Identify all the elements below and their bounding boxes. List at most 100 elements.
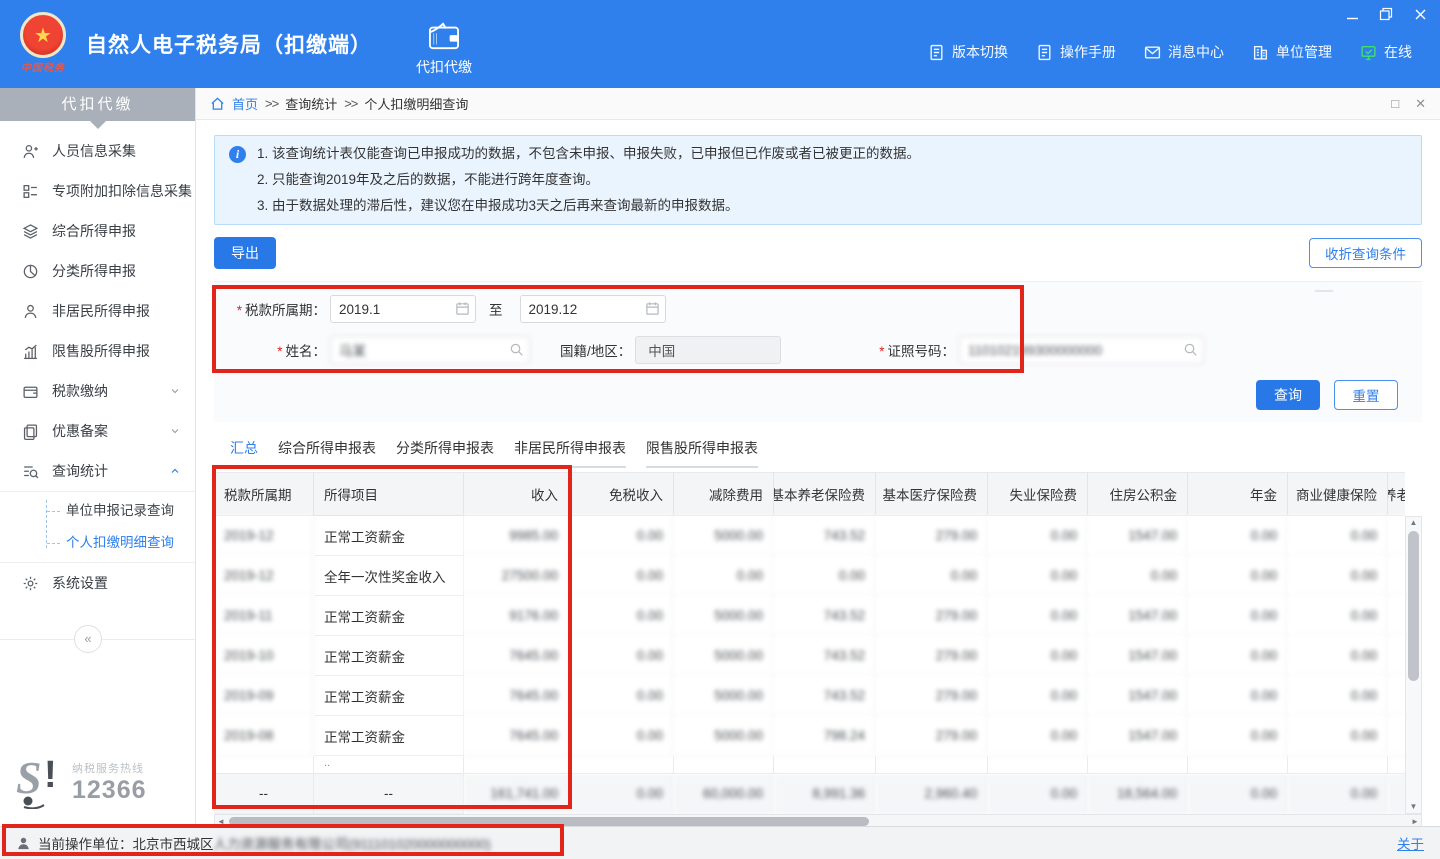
table-header-row: 税款所属期所得项目收入免税收入减除费用基本养老保险费基本医疗保险费失业保险费住房… xyxy=(214,472,1405,516)
collapse-query-button[interactable]: 收折查询条件 xyxy=(1309,238,1422,268)
sidebar: 代扣代缴 人员信息采集专项附加扣除信息采集综合所得申报分类所得申报非居民所得申报… xyxy=(0,88,196,826)
table-cell: 0.00 xyxy=(1288,716,1388,756)
about-link[interactable]: 关于 xyxy=(1397,833,1424,853)
chevron-down-icon[interactable] xyxy=(169,385,181,397)
nationality-input xyxy=(635,336,781,364)
chevron-up-icon[interactable] xyxy=(169,465,181,477)
table-cell: 2019-09 xyxy=(214,676,314,716)
close-icon[interactable] xyxy=(1412,7,1428,21)
horizontal-scrollbar[interactable]: ◄ ► xyxy=(214,814,1422,826)
tab-classified[interactable]: 分类所得申报表 xyxy=(396,438,494,468)
breadcrumb-item-query-statistics[interactable]: 查询统计 xyxy=(285,94,337,113)
table-cell: 7645.00 xyxy=(464,716,569,756)
toolbar: 导出 收折查询条件 xyxy=(214,237,1422,269)
query-button[interactable]: 查询 xyxy=(1256,380,1320,410)
restore-icon[interactable] xyxy=(1378,7,1394,21)
table-row[interactable]: 2019-12正常工资薪金9985.000.005000.00743.52279… xyxy=(214,516,1405,556)
table-cell: 0.00 xyxy=(1188,556,1288,596)
sidebar-item-classified-income-declaration[interactable]: 分类所得申报 xyxy=(0,251,195,291)
message-center-label: 消息中心 xyxy=(1168,42,1224,62)
table-cell: 0.00 xyxy=(774,556,876,596)
app-window: ★ 中国税务 自然人电子税务局（扣缴端） 代扣代缴 版本切换操作手册消息中心单位… xyxy=(0,0,1440,859)
table-cell: 8,991.36 xyxy=(774,774,876,814)
table-row[interactable]: 2019-11正常工资薪金9176.000.005000.00743.52279… xyxy=(214,596,1405,636)
vertical-scrollbar[interactable]: ▲ ▼ xyxy=(1405,516,1422,814)
table-cell: 0.00 xyxy=(1388,556,1405,596)
table-cell: 0.00 xyxy=(569,636,674,676)
top-nav-manual[interactable]: 操作手册 xyxy=(1036,42,1116,62)
table-row[interactable]: 2019-12全年一次性奖金收入27500.000.000.000.000.00… xyxy=(214,556,1405,596)
table-row[interactable]: 2019-09正常工资薪金7645.000.005000.00743.52279… xyxy=(214,676,1405,716)
sidebar-item-label: 限售股所得申报 xyxy=(52,341,150,361)
table-row[interactable]: 2019-08正常工资薪金7645.000.005000.00798.24279… xyxy=(214,716,1405,756)
vertical-scroll-thumb[interactable] xyxy=(1408,531,1419,681)
sidebar-item-label: 人员信息采集 xyxy=(52,141,136,161)
sidebar-item-preferential-filing[interactable]: 优惠备案 xyxy=(0,411,195,451)
scroll-down-icon[interactable]: ▼ xyxy=(1410,801,1418,813)
panel-maximize-icon[interactable]: □ xyxy=(1391,96,1399,112)
module-tab-withholding[interactable]: 代扣代缴 xyxy=(416,11,472,77)
sidebar-item-label: 综合所得申报 xyxy=(52,221,136,241)
documents-icon xyxy=(22,423,39,440)
sidebar-item-label: 税款缴纳 xyxy=(52,381,108,401)
table-cell: 5000.00 xyxy=(674,516,774,556)
top-nav-version-switch[interactable]: 版本切换 xyxy=(928,42,1008,62)
sidebar-item-special-deduction-collection[interactable]: 专项附加扣除信息采集 xyxy=(0,171,195,211)
table-cell: 1547.00 xyxy=(1088,596,1188,636)
sidebar-header: 代扣代缴 xyxy=(0,88,195,121)
minimize-icon[interactable] xyxy=(1344,7,1360,21)
tax-bureau-logo: ★ 中国税务 xyxy=(16,12,70,82)
home-icon[interactable] xyxy=(210,96,225,111)
table-cell: 0.00 xyxy=(988,596,1088,636)
sidebar-item-nonresident-income-declaration[interactable]: 非居民所得申报 xyxy=(0,291,195,331)
search-list-icon xyxy=(22,463,39,480)
scroll-right-icon[interactable]: ► xyxy=(1409,817,1421,826)
sidebar-item-restricted-stock-declaration[interactable]: 限售股所得申报 xyxy=(0,331,195,371)
page-content: i 1. 该查询统计表仅能查询已申报成功的数据，不包含未申报、申报失败，已申报但… xyxy=(196,120,1440,826)
top-nav-online-status[interactable]: 在线 xyxy=(1360,42,1412,62)
table-cell: 2019-12 xyxy=(214,516,314,556)
table-cell: 0.00 xyxy=(876,556,988,596)
hotline-number: 12366 xyxy=(72,776,147,805)
table-cell xyxy=(774,756,876,774)
tab-comprehensive[interactable]: 综合所得申报表 xyxy=(278,438,376,468)
search-icon[interactable] xyxy=(509,342,524,357)
table-cell: 2019-11 xyxy=(214,596,314,636)
sidebar-item-tax-payment[interactable]: 税款缴纳 xyxy=(0,371,195,411)
scroll-left-icon[interactable]: ◄ xyxy=(215,817,227,826)
sidebar-item-comprehensive-income-declaration[interactable]: 综合所得申报 xyxy=(0,211,195,251)
table-row[interactable]: 2019-10正常工资薪金7645.000.005000.00743.52279… xyxy=(214,636,1405,676)
sidebar-menu: 人员信息采集专项附加扣除信息采集综合所得申报分类所得申报非居民所得申报限售股所得… xyxy=(0,131,195,603)
sidebar-item-personal-withholding-detail-query[interactable]: 个人扣缴明细查询 xyxy=(0,527,195,559)
chevron-down-icon[interactable] xyxy=(169,425,181,437)
panel-close-icon[interactable]: ✕ xyxy=(1415,96,1426,112)
top-nav-message-center[interactable]: 消息中心 xyxy=(1144,42,1224,62)
scroll-up-icon[interactable]: ▲ xyxy=(1410,517,1418,529)
tab-nonresident[interactable]: 非居民所得申报表 xyxy=(514,438,626,468)
tab-summary[interactable]: 汇总 xyxy=(230,438,258,468)
horizontal-scroll-thumb[interactable] xyxy=(229,817,869,826)
sidebar-item-personnel-info-collection[interactable]: 人员信息采集 xyxy=(0,131,195,171)
name-input[interactable] xyxy=(330,336,530,364)
table-cell: 0.00 xyxy=(1388,516,1405,556)
table-cell: 1547.00 xyxy=(1088,516,1188,556)
sidebar-item-unit-declaration-record-query[interactable]: 单位申报记录查询 xyxy=(0,495,195,527)
column-header: 基本养老保险费 xyxy=(774,472,876,516)
table-cell: 0.00 xyxy=(988,636,1088,676)
sidebar-item-query-statistics[interactable]: 查询统计 xyxy=(0,451,195,491)
required-asterisk: * xyxy=(277,344,282,359)
table-cell: 5000.00 xyxy=(674,676,774,716)
id-number-input[interactable] xyxy=(959,336,1204,364)
breadcrumb-home[interactable]: 首页 xyxy=(232,94,258,113)
calendar-icon[interactable] xyxy=(645,301,660,316)
search-icon[interactable] xyxy=(1183,342,1198,357)
reset-button[interactable]: 重置 xyxy=(1334,380,1398,410)
result-table: 税款所属期所得项目收入免税收入减除费用基本养老保险费基本医疗保险费失业保险费住房… xyxy=(214,472,1422,826)
sidebar-collapse-button[interactable]: « xyxy=(74,625,102,653)
top-nav-unit-management[interactable]: 单位管理 xyxy=(1252,42,1332,62)
nationality-field xyxy=(635,336,781,364)
export-button[interactable]: 导出 xyxy=(214,237,276,269)
tab-restricted-stock[interactable]: 限售股所得申报表 xyxy=(646,438,758,468)
sidebar-item-system-settings[interactable]: 系统设置 xyxy=(0,563,195,603)
calendar-icon[interactable] xyxy=(455,301,470,316)
